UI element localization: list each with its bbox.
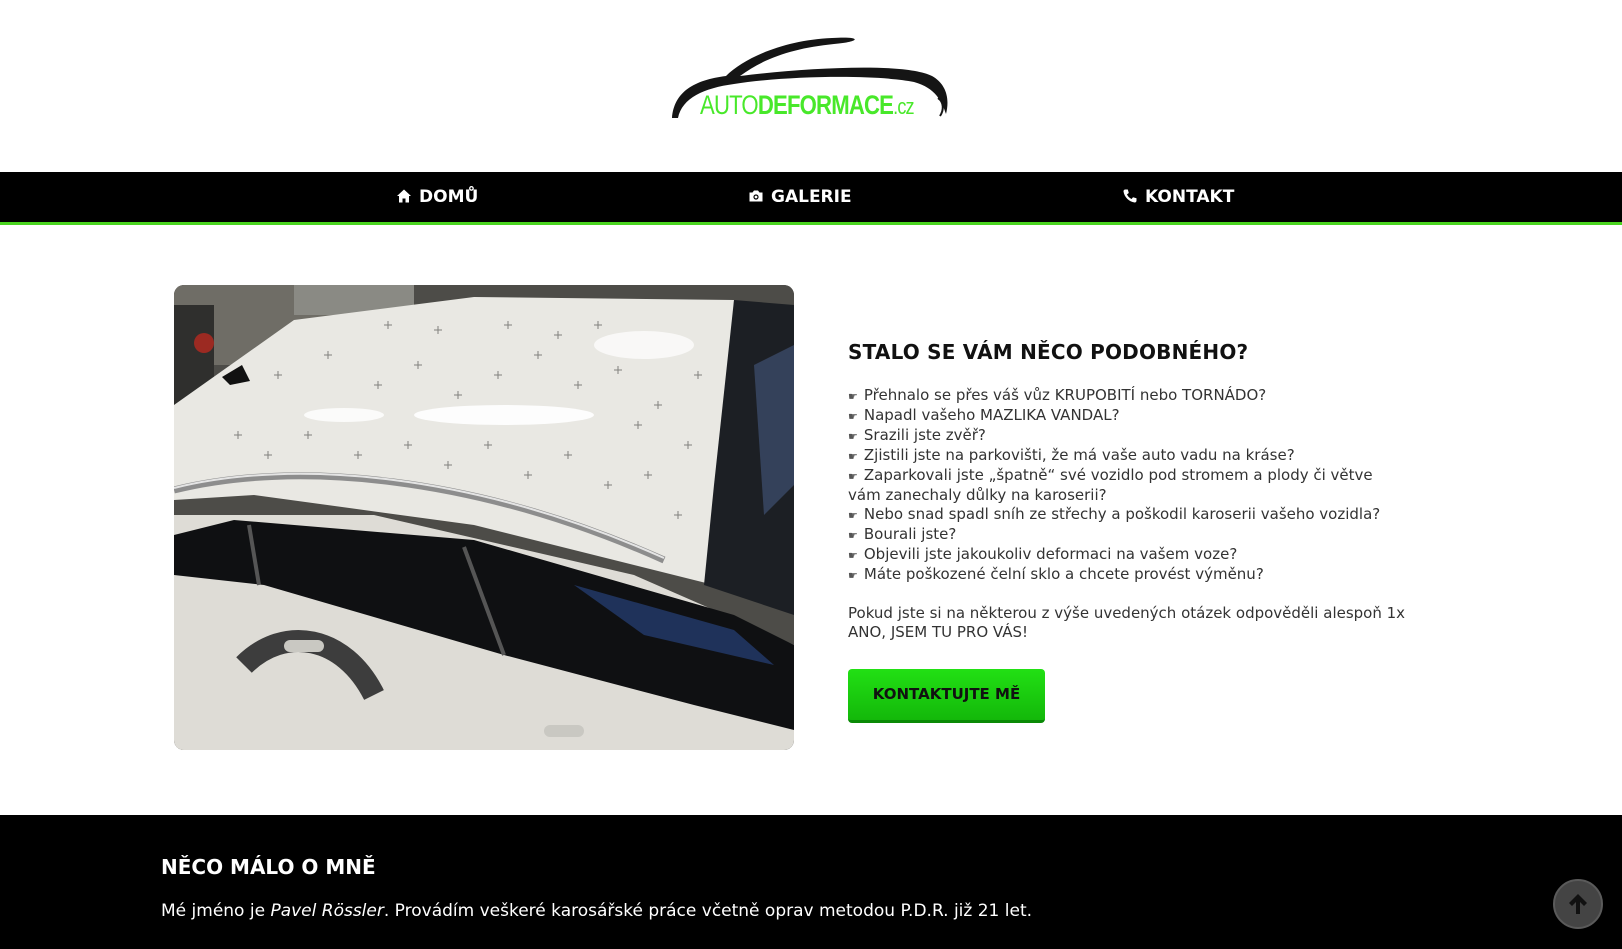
hand-pointing-icon: ☛ [848,390,858,403]
nav-item-label: DOMŮ [419,187,479,207]
site-header: AUTODEFORMACE.cz [0,0,1622,172]
owner-name: Pavel Rössler [270,901,384,921]
question-text: Zaparkovali jste „špatně“ své vozidlo po… [848,466,1373,504]
question-text: Srazili jste zvěř? [863,426,986,444]
list-item: ☛ Bourali jste? [848,525,1408,545]
question-text: Napadl vašeho MAZLIKA VANDAL? [863,406,1120,424]
hand-pointing-icon: ☛ [848,509,858,522]
list-item: ☛ Máte poškozené čelní sklo a chcete prov… [848,565,1408,585]
nav-item-gallery[interactable]: GALERIE [748,172,852,222]
hero-heading: STALO SE VÁM NĚCO PODOBNÉHO? [848,340,1249,364]
home-icon [397,189,411,203]
list-item: ☛ Zjistili jste na parkovišti, že má vaše… [848,446,1408,466]
hero-content: STALO SE VÁM NĚCO PODOBNÉHO? ☛ Přehnalo s… [848,340,1408,723]
hand-pointing-icon: ☛ [848,430,858,443]
list-item: ☛ Přehnalo se přes váš vůz KRUPOBITÍ nebo… [848,386,1408,406]
hand-pointing-icon: ☛ [848,529,858,542]
question-text: Přehnalo se přes váš vůz KRUPOBITÍ nebo … [863,386,1267,404]
car-photo-illustration [174,285,794,750]
list-item: ☛ Napadl vašeho MAZLIKA VANDAL? [848,406,1408,426]
main-navigation: DOMŮ GALERIE KONTAKT [0,172,1622,225]
arrow-up-icon [1569,894,1587,914]
question-text: Máte poškozené čelní sklo a chcete prové… [863,565,1264,583]
list-item: ☛ Objevili jste jakoukoliv deformaci na v… [848,545,1408,565]
hail-damage-photo [174,285,794,750]
about-intro: Mé jméno je Pavel Rössler. Provádím vešk… [161,901,1032,921]
list-item: ☛ Zaparkovali jste „špatně“ své vozidlo p… [848,466,1408,505]
nav-item-label: KONTAKT [1145,187,1235,207]
intro-suffix: . Provádím veškeré karosářské práce včet… [383,901,1033,921]
nav-item-contact[interactable]: KONTAKT [1122,172,1234,222]
question-text: Bourali jste? [863,525,957,543]
site-logo[interactable]: AUTODEFORMACE.cz [664,32,964,128]
camera-icon [749,190,763,202]
hand-pointing-icon: ☛ [848,450,858,463]
list-item: ☛ Srazili jste zvěř? [848,426,1408,446]
nav-item-label: GALERIE [771,187,852,207]
hand-pointing-icon: ☛ [848,549,858,562]
question-text: Nebo snad spadl sníh ze střechy a poškod… [863,505,1381,523]
hand-pointing-icon: ☛ [848,569,858,582]
nav-item-home[interactable]: DOMŮ [396,172,478,222]
about-heading: NĚCO MÁLO O MNĚ [161,855,376,879]
phone-icon [1123,189,1137,203]
hero-note: Pokud jste si na některou z výše uvedený… [848,604,1406,641]
question-text: Objevili jste jakoukoliv deformaci na va… [863,545,1238,563]
logo-wordmark: AUTODEFORMACE.cz [700,90,915,120]
questions-list: ☛ Přehnalo se přes váš vůz KRUPOBITÍ nebo… [848,386,1408,585]
scroll-to-top-button[interactable] [1553,879,1603,929]
about-section: NĚCO MÁLO O MNĚ Mé jméno je Pavel Rössle… [0,815,1622,949]
hand-pointing-icon: ☛ [848,470,858,483]
intro-prefix: Mé jméno je [161,901,271,921]
list-item: ☛ Nebo snad spadl sníh ze střechy a poško… [848,505,1408,525]
hand-pointing-icon: ☛ [848,410,858,423]
question-text: Zjistili jste na parkovišti, že má vaše … [863,446,1295,464]
contact-me-button[interactable]: KONTAKTUJTE MĚ [848,669,1045,723]
